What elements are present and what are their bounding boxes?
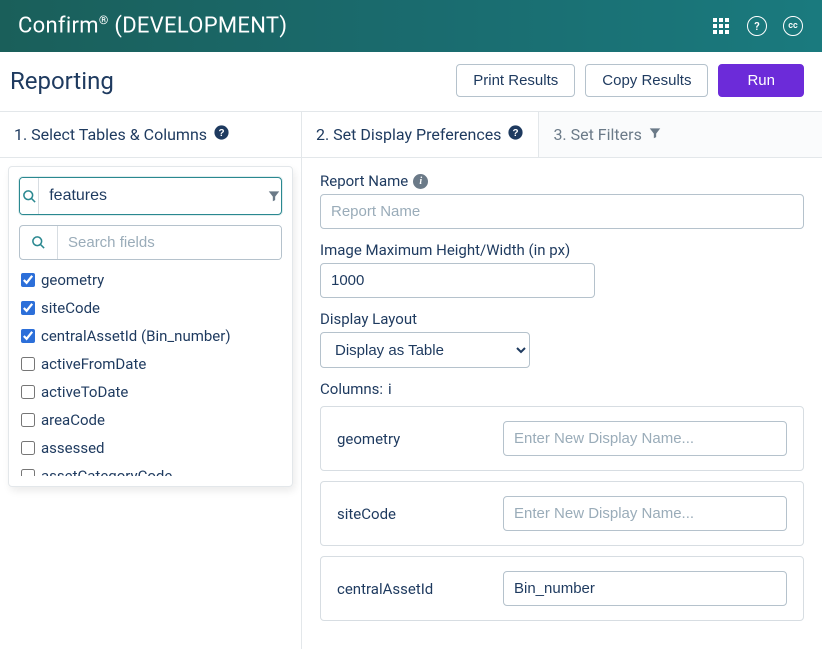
filter-icon (648, 125, 662, 144)
column-display-name-input[interactable] (503, 496, 787, 531)
tab-set-filters-label: 3. Set Filters (553, 125, 641, 144)
tab-set-filters[interactable]: 3. Set Filters (539, 112, 822, 157)
page-title: Reporting (10, 67, 114, 95)
tab-display-preferences-label: 2. Set Display Preferences (316, 125, 501, 144)
field-label: areaCode (41, 411, 105, 429)
display-layout-select[interactable]: Display as Table (320, 332, 530, 368)
field-label: activeFromDate (41, 355, 146, 373)
report-name-input[interactable] (320, 194, 804, 229)
field-checkbox[interactable] (21, 385, 35, 399)
field-checkbox[interactable] (21, 273, 35, 287)
field-row[interactable]: areaCode (19, 406, 280, 434)
tab-display-preferences[interactable]: 2. Set Display Preferences ? (302, 112, 539, 157)
tab-select-tables-label: 1. Select Tables & Columns (14, 125, 207, 144)
brand-env: (DEVELOPMENT) (109, 14, 288, 39)
brand: Confirm® (DEVELOPMENT) (18, 13, 287, 38)
display-layout-label: Display Layout (320, 310, 804, 328)
info-icon[interactable]: i (388, 380, 392, 398)
app-header: Confirm® (DEVELOPMENT) ? cc (0, 0, 822, 52)
table-search-input[interactable] (39, 178, 266, 214)
header-actions: ? cc (710, 15, 804, 37)
help-icon[interactable]: ? (746, 15, 768, 37)
field-label: geometry (41, 271, 104, 289)
field-search-input[interactable] (58, 226, 281, 259)
table-search (19, 177, 282, 215)
main-columns: 1. Select Tables & Columns ? (0, 112, 822, 649)
column-card: centralAssetId (320, 556, 804, 621)
page-actions: Print Results Copy Results Run (456, 64, 804, 97)
svg-text:?: ? (219, 128, 225, 139)
field-label: assetCategoryCode (41, 467, 172, 476)
field-label: activeToDate (41, 383, 128, 401)
right-tabs: 2. Set Display Preferences ? 3. Set Filt… (302, 112, 822, 158)
field-checkbox[interactable] (21, 469, 35, 476)
column-display-name-input[interactable] (503, 571, 787, 606)
column-display-name-input[interactable] (503, 421, 787, 456)
field-row[interactable]: activeFromDate (19, 350, 280, 378)
help-circle-icon[interactable]: ? (507, 124, 524, 145)
column-card: siteCode (320, 481, 804, 546)
left-column: 1. Select Tables & Columns ? (0, 112, 302, 649)
column-name: centralAssetId (337, 580, 487, 598)
search-icon (20, 178, 39, 214)
info-icon[interactable]: i (413, 174, 428, 189)
column-card: geometry (320, 406, 804, 471)
search-icon (20, 226, 58, 259)
print-results-button[interactable]: Print Results (456, 64, 575, 97)
filter-icon[interactable] (266, 178, 281, 214)
apps-grid-icon[interactable] (710, 15, 732, 37)
columns-section-label: Columns: i (320, 380, 804, 398)
help-circle-icon[interactable]: ? (213, 124, 230, 145)
column-name: geometry (337, 430, 487, 448)
page-subheader: Reporting Print Results Copy Results Run (0, 52, 822, 112)
field-row[interactable]: activeToDate (19, 378, 280, 406)
field-checkbox[interactable] (21, 301, 35, 315)
field-checkbox[interactable] (21, 441, 35, 455)
field-row[interactable]: assetCategoryCode (19, 462, 280, 476)
tab-select-tables: 1. Select Tables & Columns ? (0, 112, 301, 158)
field-row[interactable]: assessed (19, 434, 280, 462)
field-list[interactable]: geometry siteCode centralAssetId (Bin_numb… (19, 266, 282, 476)
field-label: siteCode (41, 299, 100, 317)
field-checkbox[interactable] (21, 413, 35, 427)
run-button[interactable]: Run (718, 64, 804, 97)
image-max-input[interactable] (320, 263, 595, 298)
copy-results-button[interactable]: Copy Results (585, 64, 708, 97)
svg-text:?: ? (513, 128, 519, 139)
cc-icon[interactable]: cc (782, 15, 804, 37)
field-row[interactable]: geometry (19, 266, 280, 294)
field-row[interactable]: siteCode (19, 294, 280, 322)
image-max-label: Image Maximum Height/Width (in px) (320, 241, 804, 259)
field-label: centralAssetId (Bin_number) (41, 327, 231, 345)
field-checkbox[interactable] (21, 357, 35, 371)
tables-panel: geometry siteCode centralAssetId (Bin_numb… (8, 166, 293, 487)
report-name-label: Report Name i (320, 172, 804, 190)
right-column: 2. Set Display Preferences ? 3. Set Filt… (302, 112, 822, 649)
brand-name: Confirm (18, 14, 99, 39)
display-preferences-form: Report Name i Image Maximum Height/Width… (302, 158, 822, 649)
field-checkbox[interactable] (21, 329, 35, 343)
field-search (19, 225, 282, 260)
field-label: assessed (41, 439, 105, 457)
field-row[interactable]: centralAssetId (Bin_number) (19, 322, 280, 350)
column-name: siteCode (337, 505, 487, 523)
brand-sup: ® (99, 13, 109, 27)
